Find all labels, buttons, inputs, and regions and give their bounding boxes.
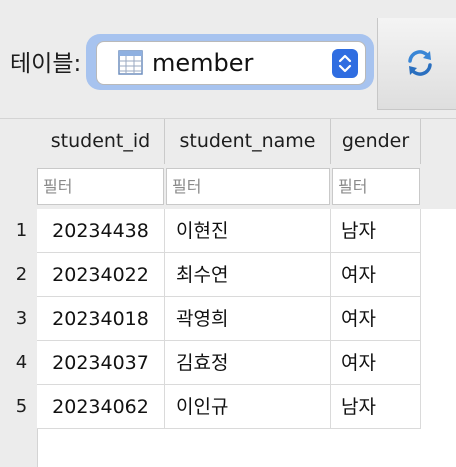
row-number: 3 xyxy=(15,308,28,329)
cell-student-name[interactable]: 이인규 xyxy=(165,385,331,429)
refresh-icon xyxy=(408,50,432,76)
cell-gender[interactable]: 남자 xyxy=(331,385,421,429)
select-stepper-button[interactable] xyxy=(332,49,358,78)
column-header-student-name[interactable]: student_name xyxy=(165,119,331,164)
table-row[interactable]: 4 20234037 김효정 여자 xyxy=(0,341,456,385)
cell-student-id[interactable]: 20234022 xyxy=(37,253,165,297)
filter-row: 필터 필터 필터 xyxy=(37,164,456,209)
cell-gender[interactable]: 여자 xyxy=(331,297,421,341)
row-number: 4 xyxy=(15,352,28,373)
table-row[interactable]: 3 20234018 곽영희 여자 xyxy=(0,297,456,341)
table-label: 테이블: xyxy=(10,51,82,77)
data-grid: student_id student_name gender 필터 필터 필터 … xyxy=(0,118,456,467)
cell-student-name[interactable]: 김효정 xyxy=(165,341,331,385)
row-number: 2 xyxy=(15,264,28,285)
cell-student-id[interactable]: 20234037 xyxy=(37,341,165,385)
cell-student-id[interactable]: 20234438 xyxy=(37,209,165,253)
cell-student-id[interactable]: 20234018 xyxy=(37,297,165,341)
table-grid-icon xyxy=(118,50,143,75)
column-header-gender[interactable]: gender xyxy=(331,119,421,164)
cell-student-name[interactable]: 최수연 xyxy=(165,253,331,297)
cell-student-name[interactable]: 곽영희 xyxy=(165,297,331,341)
filter-input-gender[interactable]: 필터 xyxy=(332,168,420,205)
cell-gender[interactable]: 여자 xyxy=(331,253,421,297)
column-header-student-id[interactable]: student_id xyxy=(37,119,165,164)
cell-student-id[interactable]: 20234062 xyxy=(37,385,165,429)
selected-table-name: member xyxy=(152,49,254,77)
row-number: 5 xyxy=(15,396,28,417)
table-row[interactable]: 2 20234022 최수연 여자 xyxy=(0,253,456,297)
row-number: 1 xyxy=(15,220,28,241)
filter-input-student-name[interactable]: 필터 xyxy=(166,168,330,205)
table-row[interactable]: 1 20234438 이현진 남자 xyxy=(0,209,456,253)
toolbar: 테이블: member xyxy=(0,0,456,118)
up-down-chevron-icon xyxy=(338,54,352,73)
column-header-row: student_id student_name gender xyxy=(37,119,456,164)
refresh-button[interactable] xyxy=(377,18,456,110)
cell-student-name[interactable]: 이현진 xyxy=(165,209,331,253)
filter-input-student-id[interactable]: 필터 xyxy=(37,168,164,205)
table-row[interactable]: 5 20234062 이인규 남자 xyxy=(0,385,456,429)
cell-gender[interactable]: 남자 xyxy=(331,209,421,253)
cell-gender[interactable]: 여자 xyxy=(331,341,421,385)
